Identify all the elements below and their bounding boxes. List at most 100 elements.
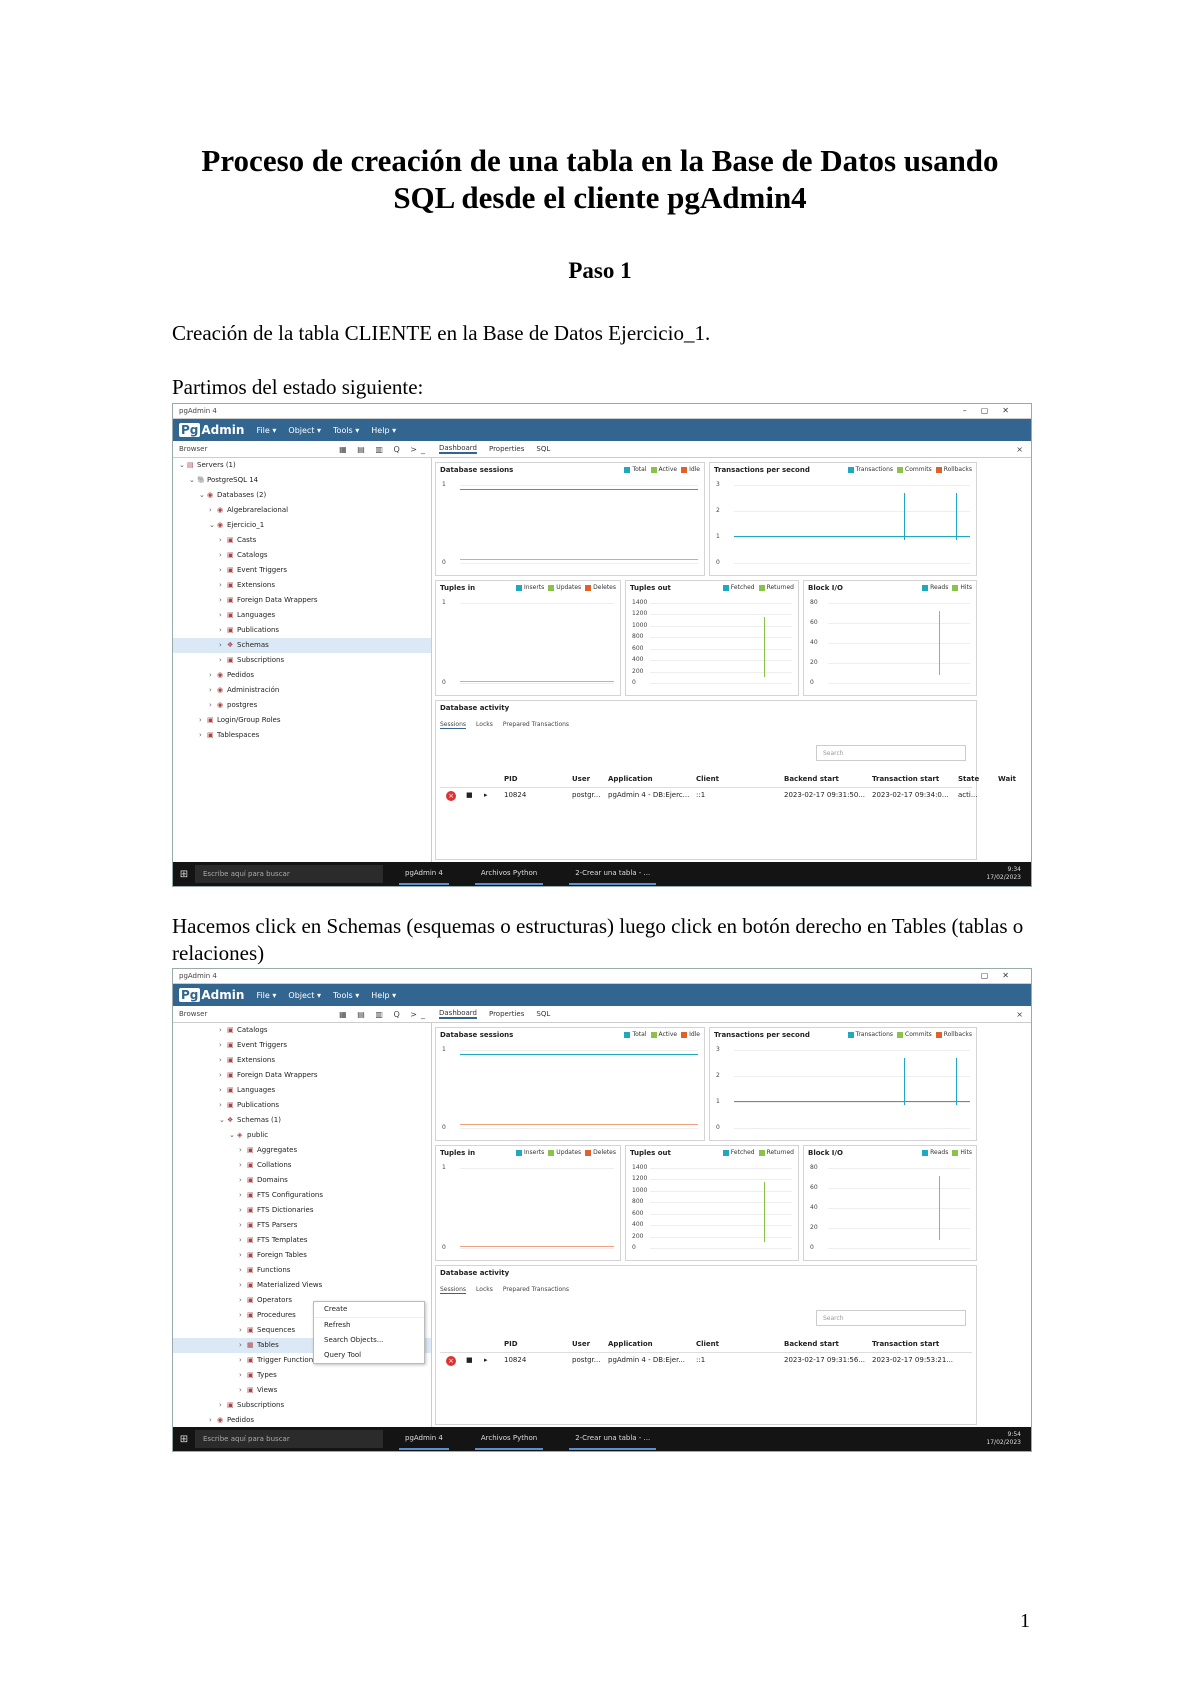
tree-item[interactable]: › ◉ Pedidos — [173, 1413, 431, 1428]
taskbar-app-word[interactable]: 2-Crear una tabla - ... — [569, 863, 657, 885]
tree-toggle-icon[interactable]: › — [219, 1083, 227, 1098]
tab-properties[interactable]: Properties — [489, 445, 524, 453]
tab-properties[interactable]: Properties — [489, 1010, 524, 1018]
menu-file[interactable]: File ▾ — [256, 426, 276, 435]
taskbar-app-pgadmin[interactable]: pgAdmin 4 — [399, 1428, 449, 1450]
tree-toggle-icon[interactable]: › — [219, 623, 227, 638]
tree-toggle-icon[interactable]: › — [199, 728, 207, 743]
tree-item[interactable]: › ▣ Domains — [173, 1173, 431, 1188]
tree-item[interactable]: ⌄ ❖ Schemas (1) — [173, 1113, 431, 1128]
tree-item[interactable]: › ▣ FTS Configurations — [173, 1188, 431, 1203]
close-icon[interactable]: × — [1016, 445, 1023, 454]
windows-start-icon[interactable]: ⊞ — [173, 869, 195, 880]
menu-object[interactable]: Object ▾ — [288, 991, 321, 1000]
tree-toggle-icon[interactable]: › — [239, 1143, 247, 1158]
tab-dashboard[interactable]: Dashboard — [439, 444, 477, 454]
activity-table-row[interactable]: × ■ ▸ 10824 postgr... pgAdmin 4 - DB:Ejer...:… — [440, 1354, 972, 1368]
tree-item[interactable]: › ▣ Publications — [173, 623, 431, 638]
tree-item[interactable]: › ❖ Schemas — [173, 638, 431, 653]
tree-toggle-icon[interactable]: › — [219, 1023, 227, 1038]
column-header[interactable]: Transaction start — [872, 1340, 939, 1348]
activity-table-row[interactable]: × ■ ▸ 10824 postgr... pgAdmin 4 - DB:Ejerc...… — [440, 789, 978, 803]
taskbar-app-word[interactable]: 2-Crear una tabla - ... — [569, 1428, 657, 1450]
tree-toggle-icon[interactable]: › — [209, 503, 217, 518]
expand-icon[interactable]: ▸ — [484, 791, 488, 799]
tree-toggle-icon[interactable]: › — [239, 1158, 247, 1173]
tree-toggle-icon[interactable]: › — [219, 1098, 227, 1113]
expand-icon[interactable]: ▸ — [484, 1356, 488, 1364]
tree-item[interactable]: › ▣ Event Triggers — [173, 563, 431, 578]
toolbar-icons[interactable]: ▦ ▤ ▥ Q >_ — [339, 1010, 439, 1019]
tree-item[interactable]: ⌄ ◉ Databases (2) — [173, 488, 431, 503]
column-header[interactable]: Transaction start — [872, 775, 939, 783]
tree-item[interactable]: ⌄ ▤ Servers (1) — [173, 458, 431, 473]
activity-tab[interactable]: Prepared Transactions — [503, 721, 569, 728]
tree-item[interactable]: › ▣ Extensions — [173, 578, 431, 593]
context-menu-create[interactable]: Create — [314, 1302, 424, 1318]
tree-toggle-icon[interactable]: › — [219, 1398, 227, 1413]
context-menu-refresh[interactable]: Refresh — [314, 1318, 424, 1333]
tree-toggle-icon[interactable]: ⌄ — [219, 1113, 227, 1128]
menu-help[interactable]: Help ▾ — [371, 426, 396, 435]
tree-toggle-icon[interactable]: › — [209, 698, 217, 713]
tree-item[interactable]: › ▣ FTS Parsers — [173, 1218, 431, 1233]
cancel-query-icon[interactable]: × — [446, 791, 456, 801]
taskbar-search[interactable]: Escribe aquí para buscar — [195, 1430, 383, 1448]
tree-toggle-icon[interactable]: › — [239, 1233, 247, 1248]
taskbar-app-pgadmin[interactable]: pgAdmin 4 — [399, 863, 449, 885]
activity-search-input[interactable]: Search — [816, 745, 966, 761]
tree-toggle-icon[interactable]: › — [219, 638, 227, 653]
tree-item[interactable]: › ▣ Views — [173, 1383, 431, 1398]
tree-item[interactable]: › ▣ Foreign Data Wrappers — [173, 1068, 431, 1083]
tree-item[interactable]: › ▣ Casts — [173, 533, 431, 548]
tree-item[interactable]: › ▣ Publications — [173, 1098, 431, 1113]
tree-toggle-icon[interactable]: › — [239, 1203, 247, 1218]
column-header[interactable]: User — [572, 775, 590, 783]
column-header[interactable]: Client — [696, 1340, 719, 1348]
tab-sql[interactable]: SQL — [536, 1010, 550, 1018]
tree-toggle-icon[interactable]: › — [219, 1053, 227, 1068]
tree-item[interactable]: ⌄ 🐘PostgreSQL 14 — [173, 473, 431, 488]
tree-toggle-icon[interactable]: ⌄ — [209, 518, 217, 533]
tree-toggle-icon[interactable]: ⌄ — [199, 488, 207, 503]
tree-item[interactable]: › ▣ Materialized Views — [173, 1278, 431, 1293]
menu-tools[interactable]: Tools ▾ — [333, 426, 359, 435]
tree-item[interactable]: › ▣ Extensions — [173, 1053, 431, 1068]
tree-toggle-icon[interactable]: › — [219, 1068, 227, 1083]
tree-item[interactable]: › ▣ Login/Group Roles — [173, 713, 431, 728]
tree-item[interactable]: › ▣ Tablespaces — [173, 728, 431, 743]
column-header[interactable]: Application — [608, 1340, 653, 1348]
tree-item[interactable]: › ▣ FTS Dictionaries — [173, 1203, 431, 1218]
tree-item[interactable]: › ▣ Catalogs — [173, 548, 431, 563]
tree-item[interactable]: › ◉ Algebrarelacional — [173, 503, 431, 518]
tree-toggle-icon[interactable]: › — [209, 683, 217, 698]
tree-toggle-icon[interactable]: › — [219, 593, 227, 608]
activity-tab[interactable]: Prepared Transactions — [503, 1286, 569, 1293]
tree-toggle-icon[interactable]: ⌄ — [189, 473, 197, 488]
tab-sql[interactable]: SQL — [536, 445, 550, 453]
tree-toggle-icon[interactable]: › — [219, 608, 227, 623]
tree-toggle-icon[interactable]: › — [239, 1368, 247, 1383]
tree-item[interactable]: › ▣ Foreign Data Wrappers — [173, 593, 431, 608]
taskbar-app-folder[interactable]: Archivos Python — [474, 863, 544, 885]
column-header[interactable]: PID — [504, 1340, 518, 1348]
tree-item[interactable]: › ◉ Administración — [173, 683, 431, 698]
tree-item[interactable]: › ▣ Types — [173, 1368, 431, 1383]
tree-toggle-icon[interactable]: › — [239, 1383, 247, 1398]
activity-tab[interactable]: Sessions — [440, 721, 467, 729]
column-header[interactable]: Application — [608, 775, 653, 783]
tree-toggle-icon[interactable]: › — [199, 713, 207, 728]
taskbar-app-folder[interactable]: Archivos Python — [474, 1428, 544, 1450]
tree-toggle-icon[interactable]: › — [219, 578, 227, 593]
terminate-icon[interactable]: ■ — [466, 1356, 473, 1364]
tree-toggle-icon[interactable]: › — [239, 1308, 247, 1323]
context-menu-query-tool[interactable]: Query Tool — [314, 1348, 424, 1363]
activity-search-input[interactable]: Search — [816, 1310, 966, 1326]
tree-item[interactable]: › ◉ Pedidos — [173, 668, 431, 683]
tree-toggle-icon[interactable]: › — [239, 1263, 247, 1278]
tree-toggle-icon[interactable]: › — [239, 1293, 247, 1308]
tree-item[interactable]: › ▣ Event Triggers — [173, 1038, 431, 1053]
tab-dashboard[interactable]: Dashboard — [439, 1009, 477, 1019]
column-header[interactable]: Client — [696, 775, 719, 783]
menu-tools[interactable]: Tools ▾ — [333, 991, 359, 1000]
